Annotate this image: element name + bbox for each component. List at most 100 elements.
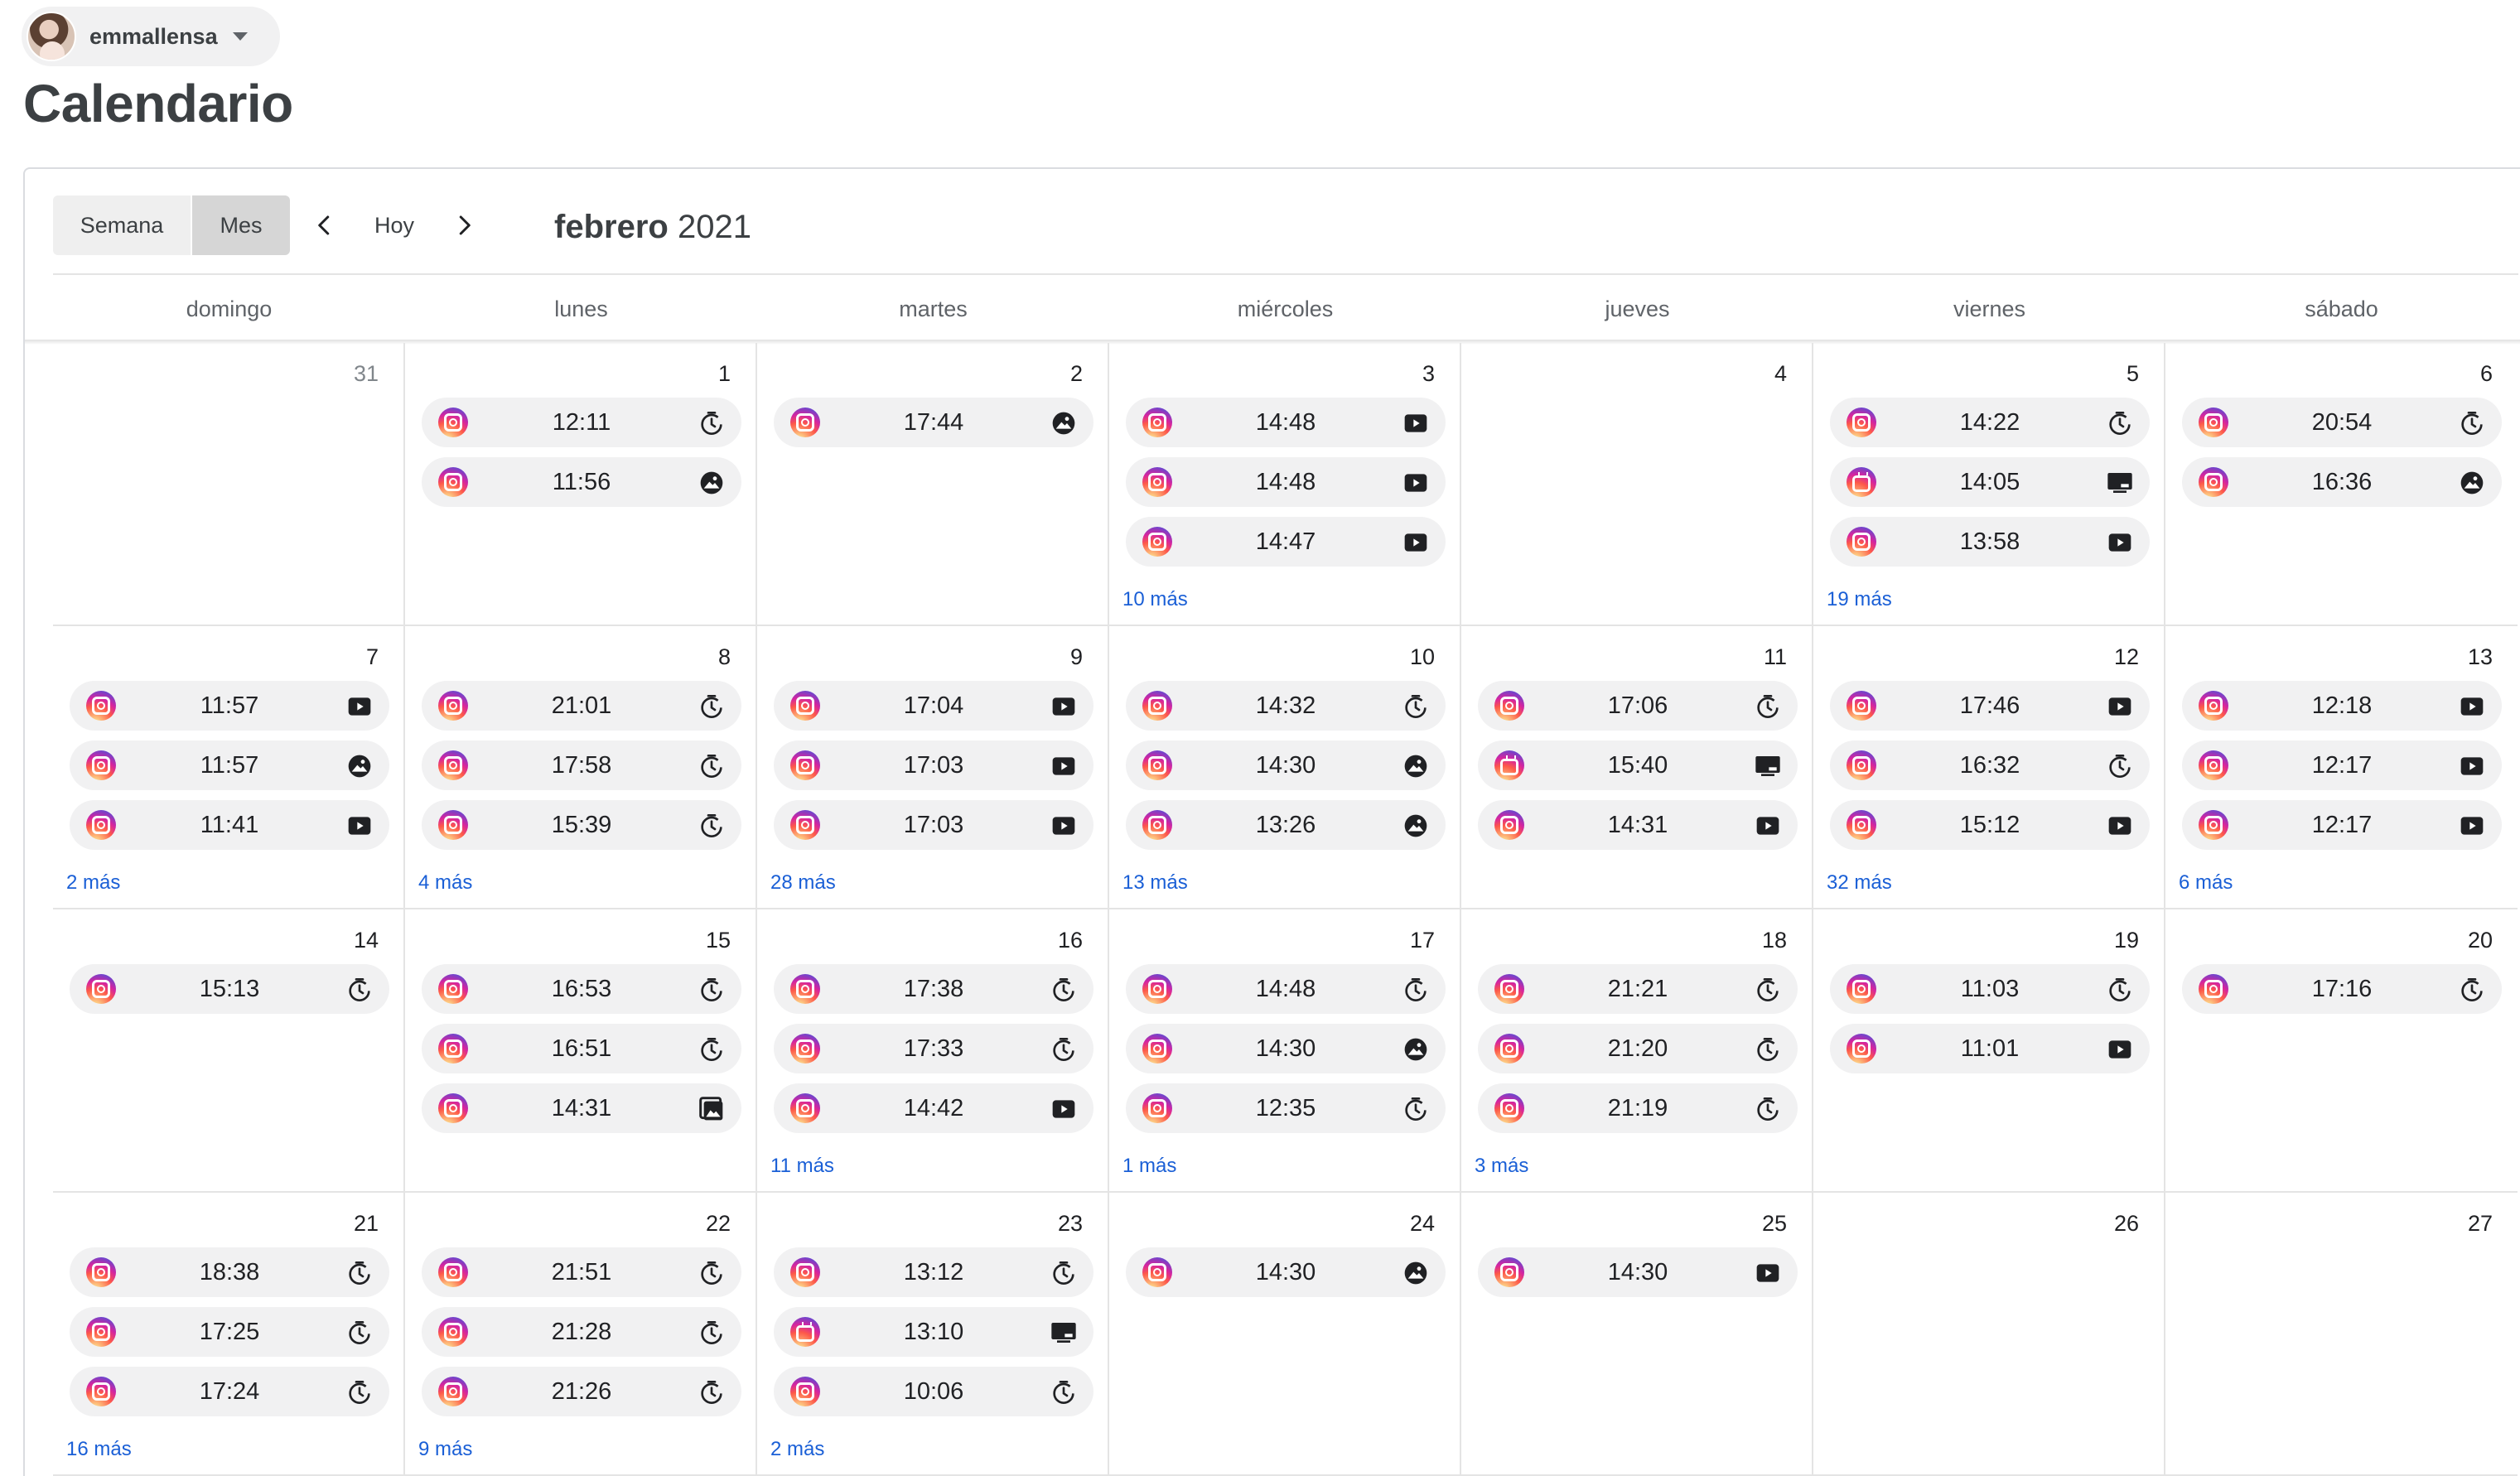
day-cell[interactable]: 17 14:48 14:30 12:35 1 más: [1109, 909, 1461, 1193]
scheduled-post[interactable]: 14:31: [422, 1083, 741, 1133]
scheduled-post[interactable]: 17:16: [2182, 964, 2502, 1014]
day-cell[interactable]: 12 17:46 16:32 15:12 32 más: [1813, 626, 2165, 909]
day-cell[interactable]: 26: [1813, 1193, 2165, 1476]
day-cell[interactable]: 13 12:18 12:17 12:17 6 más: [2165, 626, 2518, 909]
scheduled-post[interactable]: 14:05: [1830, 457, 2150, 507]
scheduled-post[interactable]: 10:06: [774, 1367, 1093, 1416]
scheduled-post[interactable]: 12:18: [2182, 681, 2502, 731]
day-cell[interactable]: 27: [2165, 1193, 2518, 1476]
day-cell[interactable]: 24 14:30: [1109, 1193, 1461, 1476]
scheduled-post[interactable]: 14:48: [1126, 964, 1446, 1014]
more-posts-link[interactable]: 6 más: [2179, 871, 2233, 895]
day-cell[interactable]: 3 14:48 14:48 14:47 10 más: [1109, 343, 1461, 626]
scheduled-post[interactable]: 15:13: [70, 964, 389, 1014]
scheduled-post[interactable]: 17:25: [70, 1307, 389, 1357]
more-posts-link[interactable]: 4 más: [418, 871, 472, 895]
scheduled-post[interactable]: 15:39: [422, 800, 741, 850]
more-posts-link[interactable]: 28 más: [770, 871, 836, 895]
more-posts-link[interactable]: 19 más: [1827, 588, 1892, 611]
scheduled-post[interactable]: 21:26: [422, 1367, 741, 1416]
account-switcher[interactable]: emmallensa: [22, 7, 280, 66]
scheduled-post[interactable]: 15:40: [1478, 740, 1798, 790]
scheduled-post[interactable]: 16:53: [422, 964, 741, 1014]
day-cell[interactable]: 7 11:57 11:57 11:41 2 más: [53, 626, 405, 909]
more-posts-link[interactable]: 1 más: [1122, 1155, 1176, 1178]
day-cell[interactable]: 25 14:30: [1461, 1193, 1813, 1476]
scheduled-post[interactable]: 11:57: [70, 740, 389, 790]
day-cell[interactable]: 19 11:03 11:01: [1813, 909, 2165, 1193]
scheduled-post[interactable]: 18:38: [70, 1247, 389, 1297]
scheduled-post[interactable]: 12:17: [2182, 740, 2502, 790]
scheduled-post[interactable]: 11:57: [70, 681, 389, 731]
scheduled-post[interactable]: 14:48: [1126, 398, 1446, 447]
day-cell[interactable]: 9 17:04 17:03 17:03 28 más: [757, 626, 1109, 909]
day-cell[interactable]: 15 16:53 16:51 14:31: [405, 909, 757, 1193]
day-cell[interactable]: 5 14:22 14:05 13:58 19 más: [1813, 343, 2165, 626]
day-cell[interactable]: 8 21:01 17:58 15:39 4 más: [405, 626, 757, 909]
day-cell[interactable]: 16 17:38 17:33 14:42 11 más: [757, 909, 1109, 1193]
day-cell[interactable]: 20 17:16: [2165, 909, 2518, 1193]
day-cell[interactable]: 10 14:32 14:30 13:26 13 más: [1109, 626, 1461, 909]
day-cell[interactable]: 23 13:12 13:10 10:06 2 más: [757, 1193, 1109, 1476]
scheduled-post[interactable]: 16:36: [2182, 457, 2502, 507]
scheduled-post[interactable]: 17:33: [774, 1024, 1093, 1073]
day-cell[interactable]: 21 18:38 17:25 17:24 16 más: [53, 1193, 405, 1476]
more-posts-link[interactable]: 2 más: [66, 871, 120, 895]
more-posts-link[interactable]: 9 más: [418, 1438, 472, 1461]
scheduled-post[interactable]: 12:35: [1126, 1083, 1446, 1133]
scheduled-post[interactable]: 17:06: [1478, 681, 1798, 731]
scheduled-post[interactable]: 14:47: [1126, 517, 1446, 567]
scheduled-post[interactable]: 14:30: [1126, 1247, 1446, 1297]
more-posts-link[interactable]: 2 más: [770, 1438, 824, 1461]
scheduled-post[interactable]: 11:56: [422, 457, 741, 507]
scheduled-post[interactable]: 21:19: [1478, 1083, 1798, 1133]
scheduled-post[interactable]: 12:17: [2182, 800, 2502, 850]
scheduled-post[interactable]: 17:04: [774, 681, 1093, 731]
scheduled-post[interactable]: 14:32: [1126, 681, 1446, 731]
scheduled-post[interactable]: 21:20: [1478, 1024, 1798, 1073]
more-posts-link[interactable]: 11 más: [770, 1155, 834, 1178]
more-posts-link[interactable]: 32 más: [1827, 871, 1892, 895]
scheduled-post[interactable]: 21:21: [1478, 964, 1798, 1014]
scheduled-post[interactable]: 13:12: [774, 1247, 1093, 1297]
scheduled-post[interactable]: 17:58: [422, 740, 741, 790]
scheduled-post[interactable]: 21:51: [422, 1247, 741, 1297]
day-cell[interactable]: 18 21:21 21:20 21:19 3 más: [1461, 909, 1813, 1193]
scheduled-post[interactable]: 17:46: [1830, 681, 2150, 731]
scheduled-post[interactable]: 11:41: [70, 800, 389, 850]
scheduled-post[interactable]: 16:51: [422, 1024, 741, 1073]
scheduled-post[interactable]: 14:22: [1830, 398, 2150, 447]
day-cell[interactable]: 14 15:13: [53, 909, 405, 1193]
scheduled-post[interactable]: 13:58: [1830, 517, 2150, 567]
day-cell[interactable]: 2 17:44: [757, 343, 1109, 626]
more-posts-link[interactable]: 10 más: [1122, 588, 1188, 611]
scheduled-post[interactable]: 14:48: [1126, 457, 1446, 507]
scheduled-post[interactable]: 20:54: [2182, 398, 2502, 447]
scheduled-post[interactable]: 14:30: [1126, 740, 1446, 790]
scheduled-post[interactable]: 14:31: [1478, 800, 1798, 850]
scheduled-post[interactable]: 11:01: [1830, 1024, 2150, 1073]
scheduled-post[interactable]: 17:38: [774, 964, 1093, 1014]
scheduled-post[interactable]: 14:42: [774, 1083, 1093, 1133]
scheduled-post[interactable]: 17:44: [774, 398, 1093, 447]
scheduled-post[interactable]: 11:03: [1830, 964, 2150, 1014]
more-posts-link[interactable]: 13 más: [1122, 871, 1188, 895]
scheduled-post[interactable]: 21:28: [422, 1307, 741, 1357]
scheduled-post[interactable]: 21:01: [422, 681, 741, 731]
more-posts-link[interactable]: 16 más: [66, 1438, 132, 1461]
day-cell[interactable]: 11 17:06 15:40 14:31: [1461, 626, 1813, 909]
scheduled-post[interactable]: 14:30: [1126, 1024, 1446, 1073]
scheduled-post[interactable]: 14:30: [1478, 1247, 1798, 1297]
scheduled-post[interactable]: 13:26: [1126, 800, 1446, 850]
scheduled-post[interactable]: 13:10: [774, 1307, 1093, 1357]
day-cell[interactable]: 31: [53, 343, 405, 626]
scheduled-post[interactable]: 12:11: [422, 398, 741, 447]
day-cell[interactable]: 6 20:54 16:36: [2165, 343, 2518, 626]
day-cell[interactable]: 22 21:51 21:28 21:26 9 más: [405, 1193, 757, 1476]
day-cell[interactable]: 4: [1461, 343, 1813, 626]
more-posts-link[interactable]: 3 más: [1475, 1155, 1528, 1178]
scheduled-post[interactable]: 15:12: [1830, 800, 2150, 850]
scheduled-post[interactable]: 17:24: [70, 1367, 389, 1416]
scheduled-post[interactable]: 17:03: [774, 740, 1093, 790]
day-cell[interactable]: 1 12:11 11:56: [405, 343, 757, 626]
